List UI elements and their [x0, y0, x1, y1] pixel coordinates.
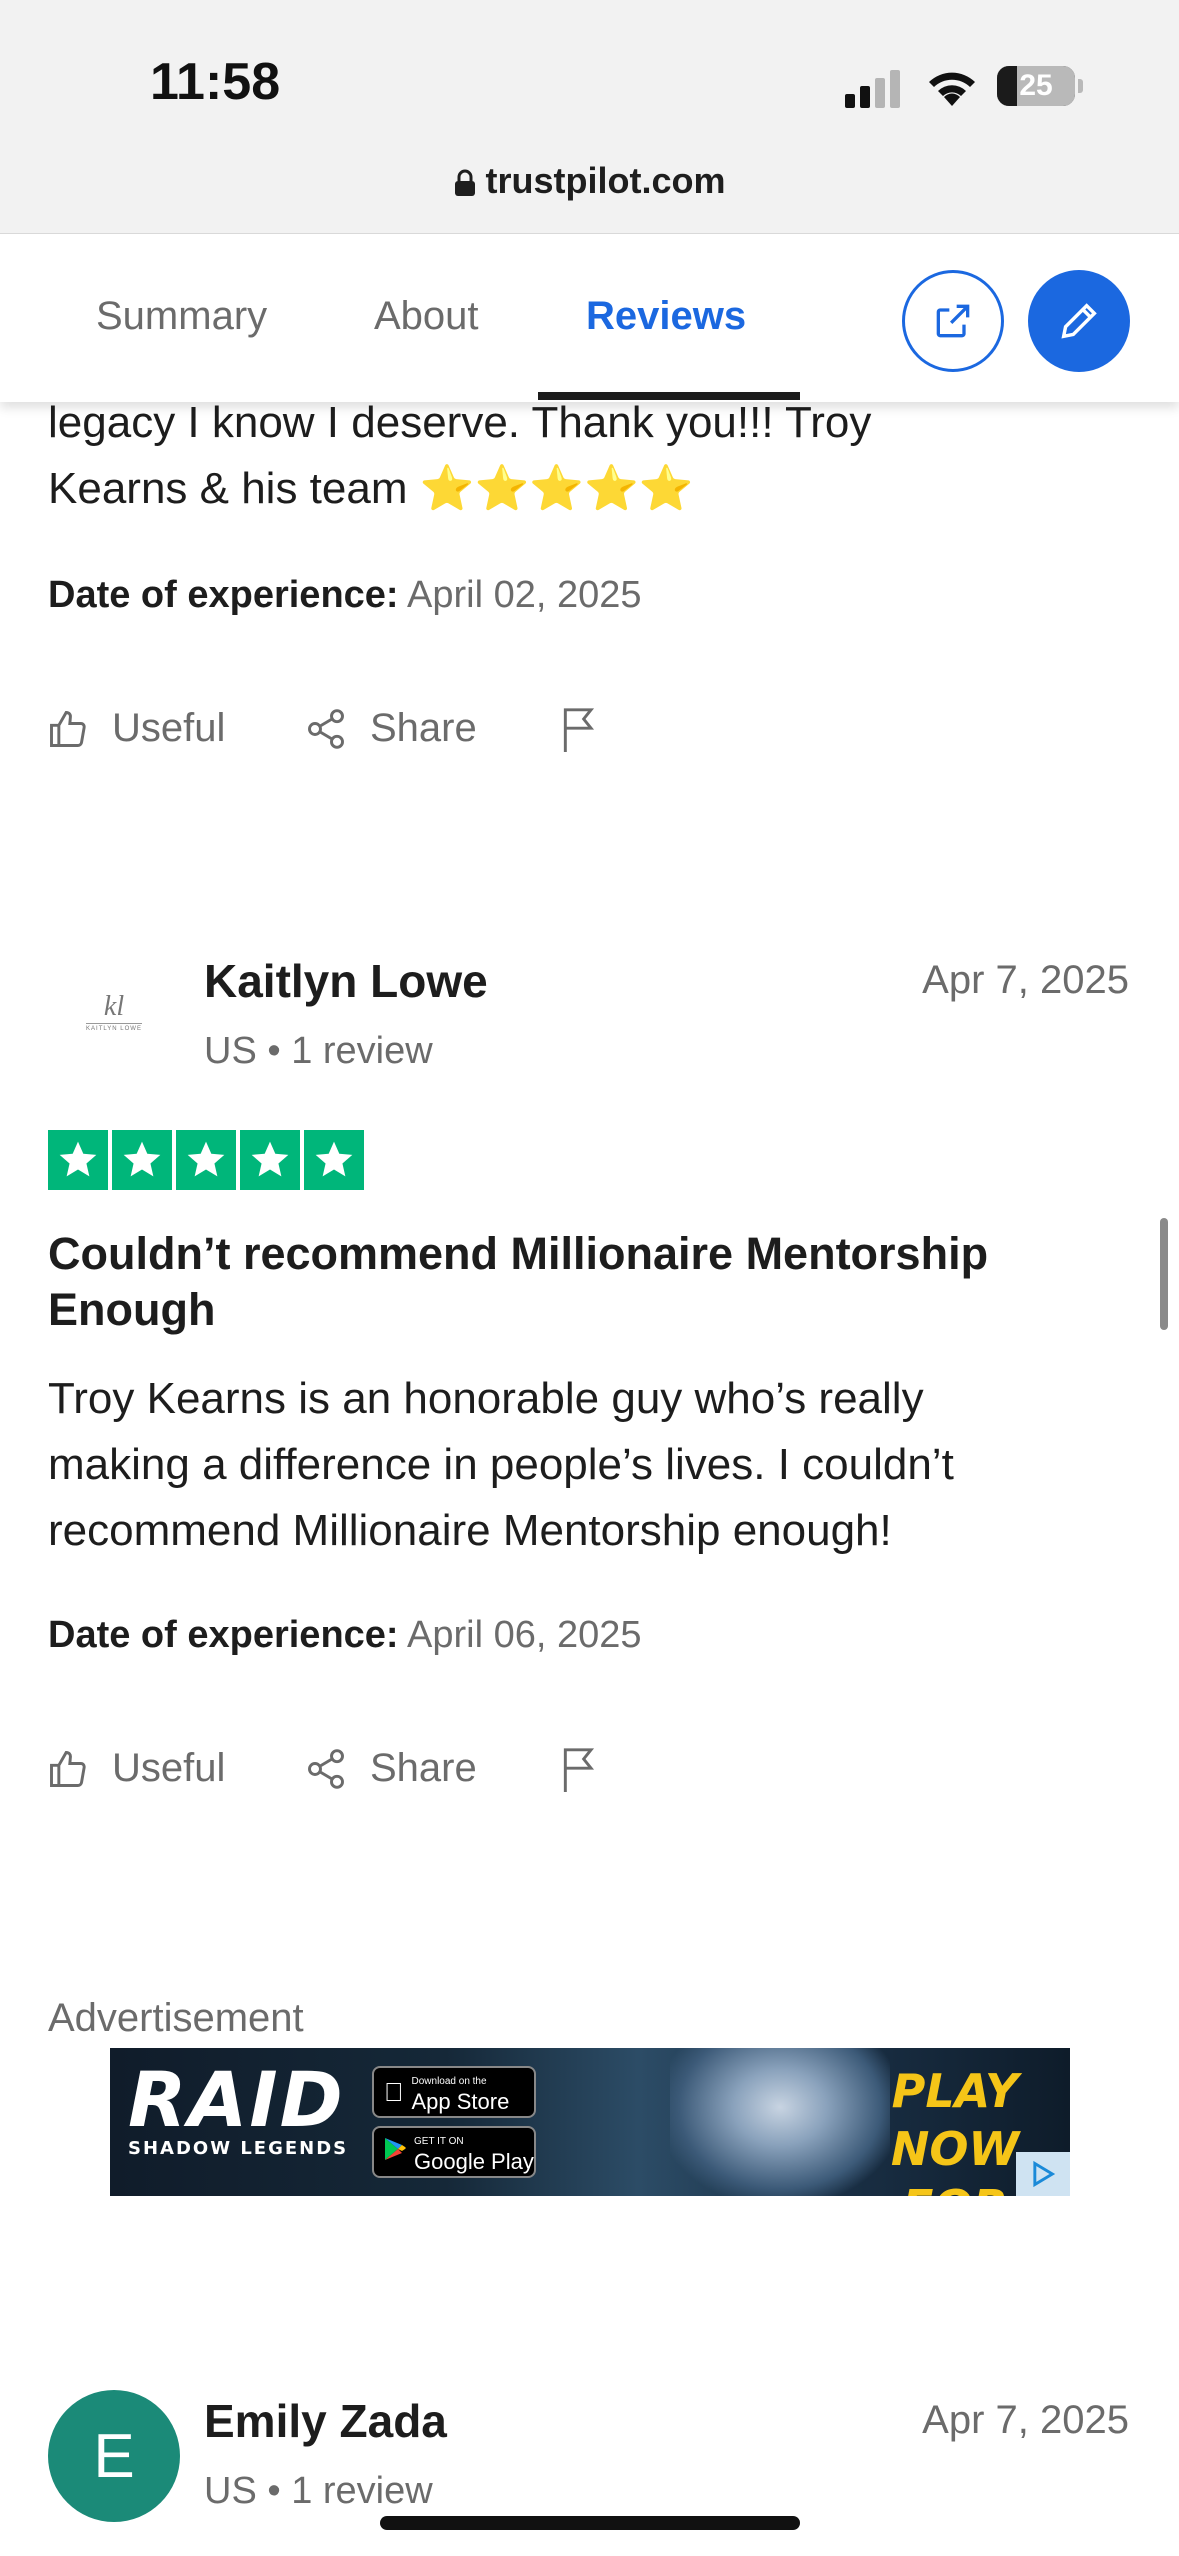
active-tab-indicator: [538, 392, 800, 400]
avatar[interactable]: kl KAITLYN LOWE: [48, 946, 180, 1078]
share-button[interactable]: Share: [304, 706, 477, 751]
star-icon: [304, 1130, 364, 1190]
google-play-label: Google Play: [414, 2149, 534, 2174]
share-icon: [308, 1748, 344, 1789]
battery-percent: 25: [1019, 69, 1053, 102]
review-text-line: Kearns & his team ⭐⭐⭐⭐⭐: [48, 464, 694, 513]
flag-icon: [563, 1748, 595, 1792]
review-text-line: making a difference in people’s lives. I…: [48, 1440, 954, 1489]
pencil-icon: [1061, 303, 1097, 339]
tab-summary[interactable]: Summary: [96, 294, 267, 339]
cellular-signal-icon: [845, 70, 900, 108]
tab-reviews[interactable]: Reviews: [586, 294, 746, 339]
url-text: trustpilot.com: [485, 160, 726, 201]
star-icon: [48, 1130, 108, 1190]
reviewer-meta: US • 1 review: [204, 2470, 433, 2512]
visit-website-button[interactable]: [902, 270, 1004, 372]
app-store-badge[interactable]:  Download on the App Store: [372, 2066, 536, 2118]
write-review-button[interactable]: [1028, 270, 1130, 372]
wifi-icon: [929, 72, 975, 106]
useful-label: Useful: [112, 706, 226, 750]
browser-chrome: 11:58 25 trustpilot.com: [0, 0, 1179, 234]
ad-brand-sub: SHADOW LEGENDS: [128, 2138, 349, 2159]
star-icon: [240, 1130, 300, 1190]
app-store-label: App Store: [392, 2089, 510, 2114]
avatar-initials: kl: [103, 990, 125, 1022]
review-text-line: Troy Kearns is an honorable guy who’s re…: [48, 1374, 924, 1423]
external-link-icon: [936, 304, 970, 338]
review-text-line: recommend Millionaire Mentorship enough!: [48, 1506, 892, 1555]
status-time: 11:58: [150, 53, 281, 111]
battery-icon: 25: [997, 66, 1075, 106]
reviewer-meta: US • 1 review: [204, 1030, 433, 1072]
reviewer-name[interactable]: Kaitlyn Lowe: [204, 954, 488, 1008]
report-button[interactable]: [558, 706, 624, 754]
share-icon: [308, 708, 344, 749]
google-play-badge[interactable]: GET IT ON Google Play: [372, 2126, 536, 2178]
date-value: April 06, 2025: [407, 1614, 642, 1656]
star-icon: [176, 1130, 236, 1190]
ad-brand: RAID: [128, 2055, 345, 2144]
home-indicator[interactable]: [380, 2516, 800, 2530]
useful-button[interactable]: Useful: [46, 706, 225, 751]
play-store-icon: [384, 2137, 406, 2168]
useful-label: Useful: [112, 1746, 226, 1790]
advertisement-label: Advertisement: [48, 1996, 304, 2040]
date-label: Date of experience:: [48, 574, 399, 616]
ad-banner[interactable]: RAID SHADOW LEGENDS  Download on the Ap…: [110, 2048, 1070, 2196]
apple-icon: : [384, 2077, 404, 2108]
date-value: April 02, 2025: [407, 574, 642, 616]
review-date: Apr 7, 2025: [922, 958, 1129, 1002]
reviewer-name[interactable]: Emily Zada: [204, 2394, 447, 2448]
review-actions: Useful Share: [46, 706, 646, 776]
avatar-caption: KAITLYN LOWE: [86, 1022, 142, 1032]
address-bar[interactable]: trustpilot.com: [0, 160, 1179, 206]
tab-bar: Summary About Reviews: [0, 234, 1179, 402]
ad-brand-logo: RAID SHADOW LEGENDS: [128, 2055, 349, 2160]
review-date: Apr 7, 2025: [922, 2398, 1129, 2442]
thumbs-up-icon: [50, 710, 86, 747]
lock-icon: [454, 164, 476, 206]
adchoices-icon[interactable]: [1016, 2152, 1070, 2196]
report-button[interactable]: [558, 1746, 624, 1794]
star-icon: [112, 1130, 172, 1190]
avatar[interactable]: E: [48, 2390, 180, 2522]
share-label: Share: [370, 706, 477, 750]
battery-cap: [1078, 79, 1083, 93]
share-label: Share: [370, 1746, 477, 1790]
avatar-letter: E: [93, 2421, 135, 2491]
star-rating: [48, 1130, 364, 1190]
review-text: Troy Kearns is an honorable guy who’s re…: [48, 1366, 1138, 1564]
tab-about[interactable]: About: [374, 294, 479, 339]
review-title[interactable]: Couldn’t recommend Millionaire Mentorshi…: [48, 1226, 1088, 1338]
date-of-experience: Date of experience: April 02, 2025: [48, 574, 642, 617]
review-text: legacy I know I deserve. Thank you!!! Tr…: [48, 390, 1128, 522]
thumbs-up-icon: [50, 1750, 86, 1787]
date-of-experience: Date of experience: April 06, 2025: [48, 1614, 642, 1657]
share-button[interactable]: Share: [304, 1746, 477, 1791]
date-label: Date of experience:: [48, 1614, 399, 1656]
review-actions: Useful Share: [46, 1746, 646, 1816]
useful-button[interactable]: Useful: [46, 1746, 225, 1791]
flag-icon: [563, 708, 595, 752]
scrollbar[interactable]: [1160, 1218, 1168, 1330]
